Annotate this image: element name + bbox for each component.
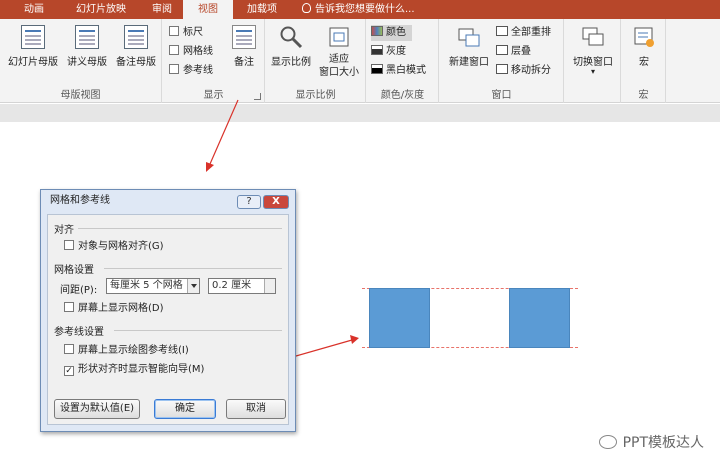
cancel-button[interactable]: 取消 bbox=[226, 399, 286, 419]
grid-guides-dialog: 网格和参考线 ? X 对齐 对象与网格对齐(G) 网格设置 间距(P): 每厘米… bbox=[40, 189, 296, 432]
snap-check-label: 对象与网格对齐(G) bbox=[78, 241, 164, 252]
show-guides-checkbox[interactable]: 屏幕上显示绘图参考线(I) bbox=[64, 341, 189, 356]
spin-arrows-icon[interactable] bbox=[264, 279, 275, 293]
snap-section-title: 对齐 bbox=[54, 225, 74, 236]
ok-button[interactable]: 确定 bbox=[154, 399, 216, 419]
show-grid-checkbox[interactable]: 屏幕上显示网格(D) bbox=[64, 299, 164, 314]
checkmark-icon: ✓ bbox=[64, 366, 74, 376]
snap-to-grid-checkbox[interactable]: 对象与网格对齐(G) bbox=[64, 237, 164, 252]
snap-check-icon bbox=[64, 240, 74, 250]
watermark-text: PPT模板达人 bbox=[622, 435, 704, 451]
wechat-icon bbox=[598, 435, 617, 449]
spacing-spinner-value: 0.2 厘米 bbox=[212, 280, 252, 291]
help-button[interactable]: ? bbox=[237, 195, 261, 209]
divider bbox=[104, 268, 282, 269]
guides-section-title: 参考线设置 bbox=[54, 327, 104, 338]
watermark: PPT模板达人 bbox=[598, 432, 704, 452]
chevron-down-icon bbox=[187, 279, 199, 293]
show-guides-check-icon bbox=[64, 344, 74, 354]
show-grid-label: 屏幕上显示网格(D) bbox=[78, 303, 164, 314]
set-default-button[interactable]: 设置为默认值(E) bbox=[54, 399, 140, 419]
divider bbox=[78, 228, 282, 229]
spacing-select-value: 每厘米 5 个网格 bbox=[110, 280, 183, 291]
show-grid-check-icon bbox=[64, 302, 74, 312]
spacing-select[interactable]: 每厘米 5 个网格 bbox=[106, 278, 200, 294]
spacing-spinner[interactable]: 0.2 厘米 bbox=[208, 278, 276, 294]
smart-guides-label: 形状对齐时显示智能向导(M) bbox=[78, 364, 205, 375]
spacing-label: 间距(P): bbox=[60, 285, 98, 296]
dialog-body: 对齐 对象与网格对齐(G) 网格设置 间距(P): 每厘米 5 个网格 0.2 … bbox=[47, 214, 289, 425]
arrow-to-dialog bbox=[206, 99, 239, 172]
divider bbox=[114, 330, 282, 331]
show-guides-label: 屏幕上显示绘图参考线(I) bbox=[78, 345, 189, 356]
grid-section-title: 网格设置 bbox=[54, 265, 94, 276]
smart-guides-checkbox[interactable]: ✓ 形状对齐时显示智能向导(M) bbox=[64, 360, 204, 376]
close-button[interactable]: X bbox=[263, 195, 289, 209]
